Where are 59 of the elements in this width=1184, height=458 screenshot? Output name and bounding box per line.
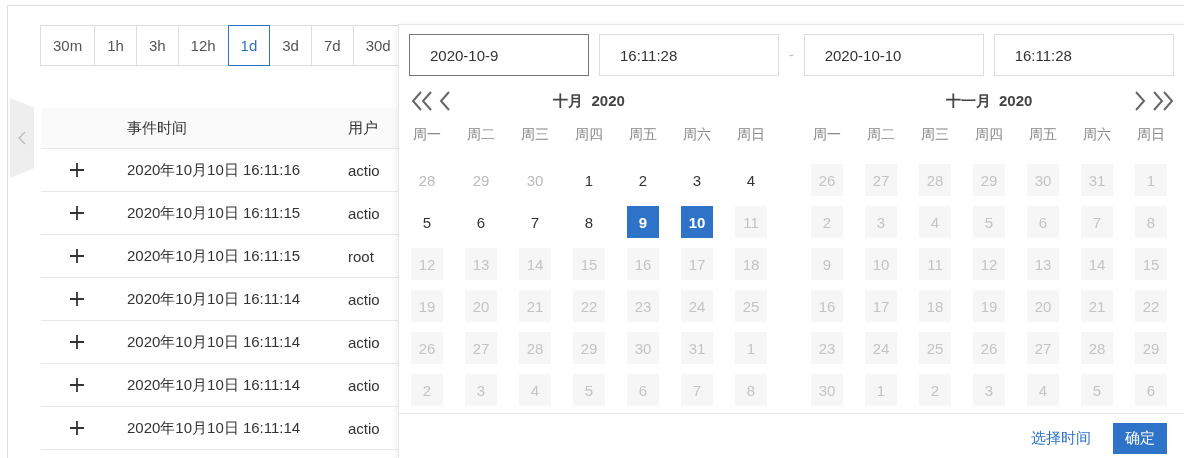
range-button[interactable]: 1h (94, 25, 137, 66)
table-cell: actio (348, 419, 380, 437)
weekday-label: 周五 (1029, 126, 1057, 144)
weekday-label: 周三 (921, 126, 949, 144)
weekday-label: 周日 (1137, 126, 1165, 144)
date-field[interactable]: 2020-10-9 (409, 34, 589, 76)
month-title: 十一月 2020 (945, 91, 1033, 111)
weekday-label: 周一 (413, 126, 441, 144)
day-cell[interactable]: 1 (573, 164, 605, 196)
range-button[interactable]: 30m (40, 25, 96, 66)
table-cell: actio (348, 376, 380, 394)
range-button[interactable]: 7d (310, 25, 354, 66)
weekday-label: 周六 (683, 126, 711, 144)
weekday-label: 周四 (975, 126, 1003, 144)
table-cell: actio (348, 204, 380, 222)
month-title: 十月 2020 (553, 91, 625, 111)
select-time-link[interactable]: 选择时间 (1031, 428, 1091, 448)
table-cell: root (348, 247, 374, 265)
day-cell[interactable]: 4 (735, 164, 767, 196)
day-cell[interactable]: 8 (573, 206, 605, 238)
time-field[interactable]: 16:11:28 (599, 34, 779, 76)
weekday-label: 周日 (737, 126, 765, 144)
weekday-label: 周二 (867, 126, 895, 144)
table-cell: 2020年10月10日 16:11:15 (127, 203, 301, 221)
range-separator: - (789, 47, 794, 63)
time-field[interactable]: 16:11:28 (993, 34, 1174, 76)
weekday-label: 周一 (813, 126, 841, 144)
date-field[interactable]: 2020-10-10 (803, 34, 984, 76)
table-cell: 2020年10月10日 16:11:16 (127, 160, 301, 178)
day-cell[interactable]: 30 (519, 164, 551, 196)
day-cell[interactable]: 6 (465, 206, 497, 238)
table-cell: 2020年10月10日 16:11:14 (127, 332, 301, 350)
table-cell: actio (348, 161, 380, 179)
column-header: 用户 (348, 118, 378, 136)
weekday-label: 周二 (467, 126, 495, 144)
day-cell[interactable]: 7 (519, 206, 551, 238)
weekday-label: 周六 (1083, 126, 1111, 144)
range-button[interactable]: 1d (227, 25, 271, 66)
range-button[interactable]: 3h (135, 25, 179, 66)
range-button[interactable]: 12h (177, 25, 229, 66)
day-cell[interactable]: 10 (681, 206, 713, 238)
column-header: 事件时间 (127, 118, 187, 136)
table-cell: actio (348, 333, 380, 351)
day-cell[interactable]: 28 (411, 164, 443, 196)
table-cell: 2020年10月10日 16:11:14 (127, 418, 301, 436)
ok-button[interactable]: 确定 (1113, 422, 1167, 454)
weekday-label: 周五 (629, 126, 657, 144)
table-cell: 2020年10月10日 16:11:14 (127, 289, 301, 307)
range-button[interactable]: 3d (269, 25, 312, 66)
weekday-label: 周三 (521, 126, 549, 144)
day-cell[interactable]: 3 (681, 164, 713, 196)
day-cell[interactable]: 9 (627, 206, 659, 238)
table-cell: 2020年10月10日 16:11:15 (127, 246, 301, 264)
weekday-label: 周四 (575, 126, 603, 144)
day-cell[interactable]: 5 (411, 206, 443, 238)
day-cell[interactable]: 29 (465, 164, 497, 196)
day-cell[interactable]: 2 (627, 164, 659, 196)
table-cell: 2020年10月10日 16:11:14 (127, 375, 301, 393)
table-cell: actio (348, 290, 380, 308)
